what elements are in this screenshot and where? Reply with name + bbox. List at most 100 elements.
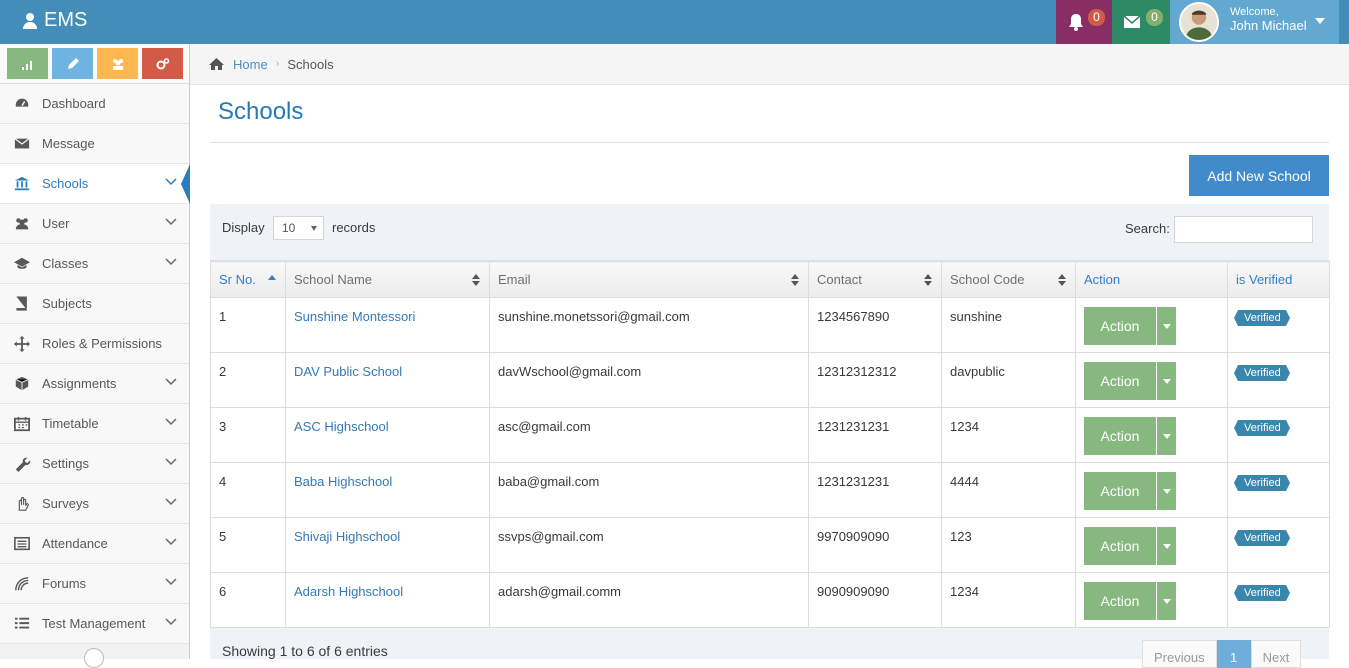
sidebar-item-attendance[interactable]: Attendance xyxy=(0,524,189,564)
caret-down-icon xyxy=(1162,378,1171,384)
calendar-icon xyxy=(12,415,32,433)
cell-school-name: Baba Highschool xyxy=(285,462,490,518)
list-icon xyxy=(12,615,32,633)
sidebar-item-schools[interactable]: Schools xyxy=(0,164,190,204)
cell-contact: 9970909090 xyxy=(808,517,942,573)
cell-sr-no: 4 xyxy=(210,462,286,518)
action-button[interactable]: Action xyxy=(1084,362,1156,400)
envelope-icon xyxy=(1123,15,1141,28)
messages-button[interactable]: 0 xyxy=(1112,0,1170,44)
sidebar-item-classes[interactable]: Classes xyxy=(0,244,189,284)
action-button[interactable]: Action xyxy=(1084,527,1156,565)
action-button[interactable]: Action xyxy=(1084,417,1156,455)
add-new-school-button[interactable]: Add New School xyxy=(1189,155,1329,196)
sidebar-item-message[interactable]: Message xyxy=(0,124,189,164)
sidebar-nav: Dashboard Message Schools User Classes Subjec… xyxy=(0,84,190,644)
page-size-select[interactable]: 10 xyxy=(273,216,324,240)
column-header-school-name[interactable]: School Name xyxy=(285,261,490,298)
school-name-link[interactable]: DAV Public School xyxy=(294,364,402,379)
column-header-sr-no[interactable]: Sr No. xyxy=(210,261,286,298)
pagination-next[interactable]: Next xyxy=(1250,640,1302,668)
shortcut-edit-button[interactable] xyxy=(52,48,93,79)
sidebar-collapse-button[interactable] xyxy=(84,648,104,668)
cell-contact: 1231231231 xyxy=(808,462,942,518)
shortcut-stats-button[interactable] xyxy=(7,48,48,79)
sort-icon xyxy=(472,274,480,286)
action-dropdown-toggle[interactable] xyxy=(1156,582,1176,620)
cell-school-code: 1234 xyxy=(941,407,1076,463)
school-name-link[interactable]: Baba Highschool xyxy=(294,474,392,489)
cell-contact: 1231231231 xyxy=(808,407,942,463)
graduation-cap-icon xyxy=(12,255,32,273)
app-title: EMS xyxy=(44,9,88,31)
school-name-link[interactable]: Adarsh Highschool xyxy=(294,584,403,599)
sidebar-item-assignments[interactable]: Assignments xyxy=(0,364,189,404)
sidebar-item-forums[interactable]: Forums xyxy=(0,564,189,604)
records-label: records xyxy=(332,220,376,235)
table-row: 2 DAV Public School davWschool@gmail.com 12… xyxy=(210,352,1330,408)
action-button[interactable]: Action xyxy=(1084,582,1156,620)
sidebar-item-dashboard[interactable]: Dashboard xyxy=(0,84,189,124)
cell-verified: Verified xyxy=(1227,407,1330,463)
cell-verified: Verified xyxy=(1227,572,1330,628)
action-dropdown-toggle[interactable] xyxy=(1156,362,1176,400)
table-header-row: Sr No. School Name Email Contact School … xyxy=(210,261,1330,298)
notifications-button[interactable]: 0 xyxy=(1056,0,1112,44)
breadcrumb: Home › Schools xyxy=(190,44,1349,85)
cell-contact: 12312312312 xyxy=(808,352,942,408)
cube-icon xyxy=(12,375,32,393)
school-name-link[interactable]: Sunshine Montessori xyxy=(294,309,415,324)
table-row: 3 ASC Highschool asc@gmail.com 1231231231 12… xyxy=(210,407,1330,463)
column-header-is-verified: is Verified xyxy=(1227,261,1330,298)
sidebar-item-timetable[interactable]: Timetable xyxy=(0,404,189,444)
sidebar-shortcuts xyxy=(0,44,189,84)
sidebar-item-user[interactable]: User xyxy=(0,204,189,244)
sidebar-item-subjects[interactable]: Subjects xyxy=(0,284,189,324)
search-input[interactable] xyxy=(1174,216,1313,243)
action-dropdown-toggle[interactable] xyxy=(1156,527,1176,565)
cell-verified: Verified xyxy=(1227,352,1330,408)
action-button[interactable]: Action xyxy=(1084,307,1156,345)
search-label: Search: xyxy=(1125,221,1170,236)
breadcrumb-home-link[interactable]: Home xyxy=(233,57,268,72)
verified-badge: Verified xyxy=(1234,475,1290,491)
cell-school-name: Adarsh Highschool xyxy=(285,572,490,628)
users-icon xyxy=(12,215,32,233)
column-header-contact[interactable]: Contact xyxy=(808,261,942,298)
user-menu[interactable]: Welcome, John Michael xyxy=(1170,0,1339,44)
chevron-down-icon xyxy=(311,226,317,231)
table-row: 1 Sunshine Montessori sunshine.monetssori@… xyxy=(210,297,1330,353)
action-button[interactable]: Action xyxy=(1084,472,1156,510)
entries-info: Showing 1 to 6 of 6 entries xyxy=(222,643,388,659)
cell-sr-no: 5 xyxy=(210,517,286,573)
schools-table: Sr No. School Name Email Contact School … xyxy=(210,261,1330,628)
pagination-page[interactable]: 1 xyxy=(1216,640,1251,668)
action-dropdown-toggle[interactable] xyxy=(1156,417,1176,455)
sidebar-item-label: Settings xyxy=(42,456,89,471)
shortcut-users-button[interactable] xyxy=(97,48,138,79)
action-button-group: Action xyxy=(1084,362,1227,400)
cell-sr-no: 6 xyxy=(210,572,286,628)
school-name-link[interactable]: ASC Highschool xyxy=(294,419,389,434)
cell-action: Action xyxy=(1075,462,1228,518)
bank-icon xyxy=(12,175,32,193)
school-name-link[interactable]: Shivaji Highschool xyxy=(294,529,400,544)
column-header-action: Action xyxy=(1075,261,1228,298)
users-icon xyxy=(112,58,123,70)
action-dropdown-toggle[interactable] xyxy=(1156,472,1176,510)
pagination-previous[interactable]: Previous xyxy=(1142,640,1217,668)
chevron-down-icon xyxy=(165,178,177,186)
column-header-email[interactable]: Email xyxy=(489,261,809,298)
sidebar-item-test-management[interactable]: Test Management xyxy=(0,604,189,644)
sidebar-item-roles-permissions[interactable]: Roles & Permissions xyxy=(0,324,189,364)
sidebar-item-settings[interactable]: Settings xyxy=(0,444,189,484)
caret-down-icon xyxy=(1162,488,1171,494)
action-dropdown-toggle[interactable] xyxy=(1156,307,1176,345)
sidebar-item-label: Roles & Permissions xyxy=(42,336,162,351)
sidebar-item-surveys[interactable]: Surveys xyxy=(0,484,189,524)
caret-down-icon xyxy=(1162,543,1171,549)
brand[interactable]: EMS xyxy=(22,9,87,32)
shortcut-settings-button[interactable] xyxy=(142,48,183,79)
column-header-school-code[interactable]: School Code xyxy=(941,261,1076,298)
cell-contact: 1234567890 xyxy=(808,297,942,353)
